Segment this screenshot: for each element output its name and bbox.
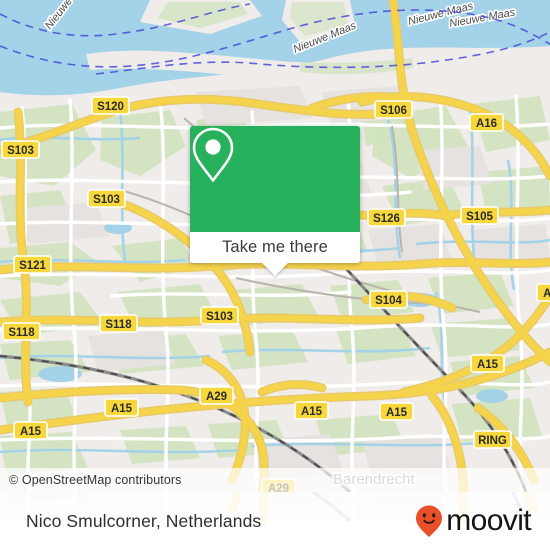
svg-text:A1: A1 (543, 288, 550, 300)
take-me-there-button[interactable]: Take me there (190, 232, 360, 263)
svg-text:A15: A15 (20, 426, 42, 438)
svg-text:S126: S126 (373, 213, 400, 225)
popup-tail (262, 263, 288, 276)
svg-text:A15: A15 (301, 406, 323, 418)
svg-text:S105: S105 (466, 211, 493, 223)
popup-pin-area (190, 126, 360, 232)
svg-text:S118: S118 (8, 327, 35, 339)
map-attribution: © OpenStreetMap contributors (0, 468, 550, 492)
svg-text:S103: S103 (7, 145, 34, 157)
moovit-pin-icon (416, 505, 443, 537)
svg-text:S121: S121 (19, 260, 46, 272)
svg-text:S103: S103 (93, 194, 120, 206)
page-title: Nico Smulcorner, Netherlands (26, 492, 261, 550)
map-canvas[interactable]: BarendrechtBarendrechtNieuwe MaasNieuwe … (0, 0, 550, 492)
moovit-wordmark: moovit (446, 504, 531, 537)
svg-text:A15: A15 (386, 407, 408, 419)
svg-text:A15: A15 (111, 403, 133, 415)
svg-text:S120: S120 (97, 101, 124, 113)
svg-text:S118: S118 (105, 319, 132, 331)
footer-bar: Nico Smulcorner, Netherlands moovit (0, 492, 550, 550)
destination-popup-card[interactable]: Take me there (190, 126, 360, 276)
page-title-text: Nico Smulcorner, Netherlands (26, 510, 262, 531)
svg-text:A15: A15 (477, 359, 499, 371)
screenshot-root: BarendrechtBarendrechtNieuwe MaasNieuwe … (0, 0, 550, 550)
svg-text:S103: S103 (206, 311, 233, 323)
svg-text:RING: RING (478, 435, 507, 447)
take-me-there-label: Take me there (222, 238, 328, 256)
map-pin-icon (192, 127, 234, 182)
svg-text:S104: S104 (375, 295, 402, 307)
svg-text:A29: A29 (206, 391, 227, 403)
moovit-logo[interactable]: moovit (414, 492, 532, 550)
attribution-text: © OpenStreetMap contributors (9, 473, 182, 487)
svg-text:S106: S106 (380, 105, 407, 117)
svg-text:A16: A16 (476, 118, 497, 130)
